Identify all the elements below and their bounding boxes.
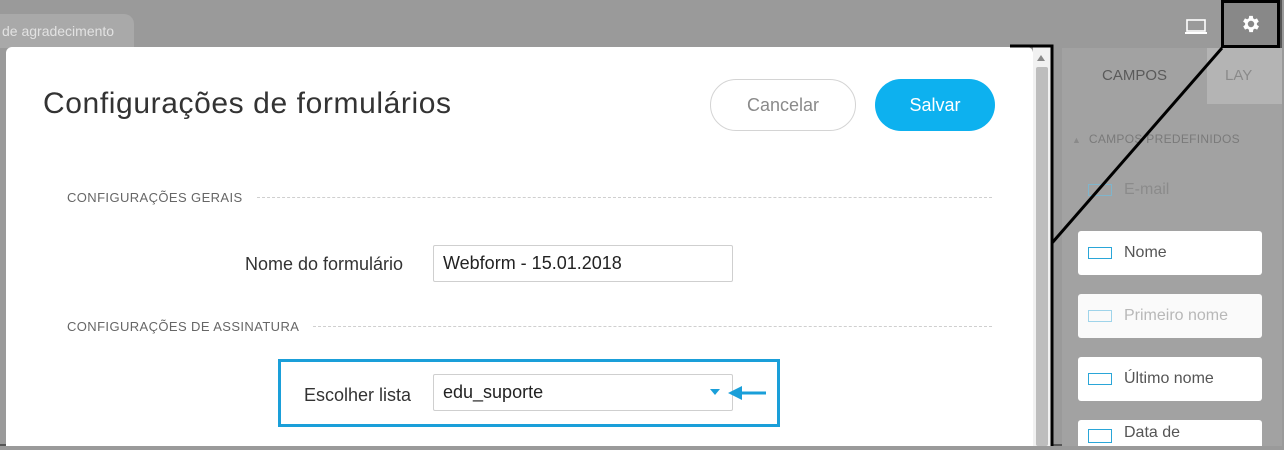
text-field-icon [1088, 310, 1112, 322]
fields-panel: CAMPOS LAY ▲ CAMPOS PREDEFINIDOS E-mail … [1062, 48, 1282, 446]
field-item-ultimo-nome[interactable]: Último nome [1078, 357, 1262, 401]
form-name-label: Nome do formulário [245, 254, 404, 274]
section-label: CONFIGURAÇÕES DE ASSINATURA [67, 319, 300, 334]
text-field-icon [1088, 184, 1112, 196]
list-select[interactable]: edu_suporte [433, 374, 733, 411]
tab-agradecimento[interactable]: de agradecimento [0, 14, 134, 48]
pointer-arrow-icon [728, 386, 766, 400]
field-item-data[interactable]: Data de [1078, 420, 1262, 446]
cancel-button[interactable]: Cancelar [710, 79, 856, 131]
field-item-primeiro-nome[interactable]: Primeiro nome [1078, 294, 1262, 338]
preview-button[interactable] [1176, 10, 1216, 44]
section-label: CONFIGURAÇÕES GERAIS [67, 190, 243, 205]
divider [256, 197, 992, 198]
field-item-label: Último nome [1124, 370, 1214, 387]
field-item-nome[interactable]: Nome [1078, 231, 1262, 275]
field-item-label: Data de [1124, 424, 1181, 441]
general-settings-header: CONFIGURAÇÕES GERAIS [67, 190, 992, 205]
collapse-caret-icon: ▲ [1072, 135, 1082, 145]
calendar-icon [1088, 429, 1112, 443]
field-item-label: Primeiro nome [1124, 307, 1229, 324]
divider [313, 326, 992, 327]
scroll-thumb[interactable] [1036, 67, 1048, 446]
save-button[interactable]: Salvar [875, 79, 995, 131]
list-label: Escolher lista [304, 385, 412, 405]
form-settings-modal: Configurações de formulários Cancelar Sa… [6, 47, 1033, 446]
laptop-icon [1185, 19, 1207, 34]
predefined-fields-header[interactable]: ▲ CAMPOS PREDEFINIDOS [1072, 132, 1282, 146]
predefined-fields-label: CAMPOS PREDEFINIDOS [1088, 132, 1240, 146]
text-field-icon [1088, 247, 1112, 259]
scroll-up-icon[interactable] [1037, 55, 1045, 61]
subscription-settings-header: CONFIGURAÇÕES DE ASSINATURA [67, 319, 992, 334]
form-name-input[interactable]: Webform - 15.01.2018 [433, 245, 733, 282]
chevron-down-icon [710, 389, 720, 395]
field-item-label: Nome [1124, 244, 1167, 261]
modal-title: Configurações de formulários [43, 87, 452, 120]
tab-campos[interactable]: CAMPOS [1062, 48, 1207, 104]
gear-icon [1242, 15, 1259, 33]
settings-button[interactable] [1221, 0, 1280, 48]
modal-scrollbar[interactable] [1033, 47, 1051, 446]
field-item-label: E-mail [1124, 181, 1170, 198]
field-item-email[interactable]: E-mail [1078, 168, 1262, 212]
tab-layout[interactable]: LAY [1207, 48, 1282, 104]
text-field-icon [1088, 373, 1112, 385]
